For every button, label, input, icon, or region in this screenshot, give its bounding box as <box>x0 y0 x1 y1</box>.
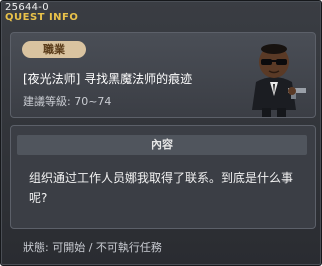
quest-name: [夜光法师] 寻找黑魔法师的痕迹 <box>23 72 193 86</box>
npc-character-portrait <box>252 44 306 117</box>
job-badge: 職業 <box>22 41 86 58</box>
recommended-level: 建議等級: 70~74 <box>23 95 112 108</box>
content-panel: 內容 组织通过工作人员娜我取得了联系。到底是什么事呢? <box>10 125 316 229</box>
content-heading: 內容 <box>17 135 307 155</box>
quest-status: 狀態: 可開始 / 不可執行任務 <box>23 241 162 254</box>
quest-header-panel: 職業 [夜光法师] 寻找黑魔法师的痕迹 建議等級: 70~74 <box>10 32 316 118</box>
quest-description: 组织通过工作人员娜我取得了联系。到底是什么事呢? <box>29 171 294 205</box>
quest-info-window: 25644-0 QUEST INFO 職業 [夜光法师] 寻找黑魔法师的痕迹 建… <box>0 0 322 266</box>
window-title: QUEST INFO <box>5 12 79 23</box>
